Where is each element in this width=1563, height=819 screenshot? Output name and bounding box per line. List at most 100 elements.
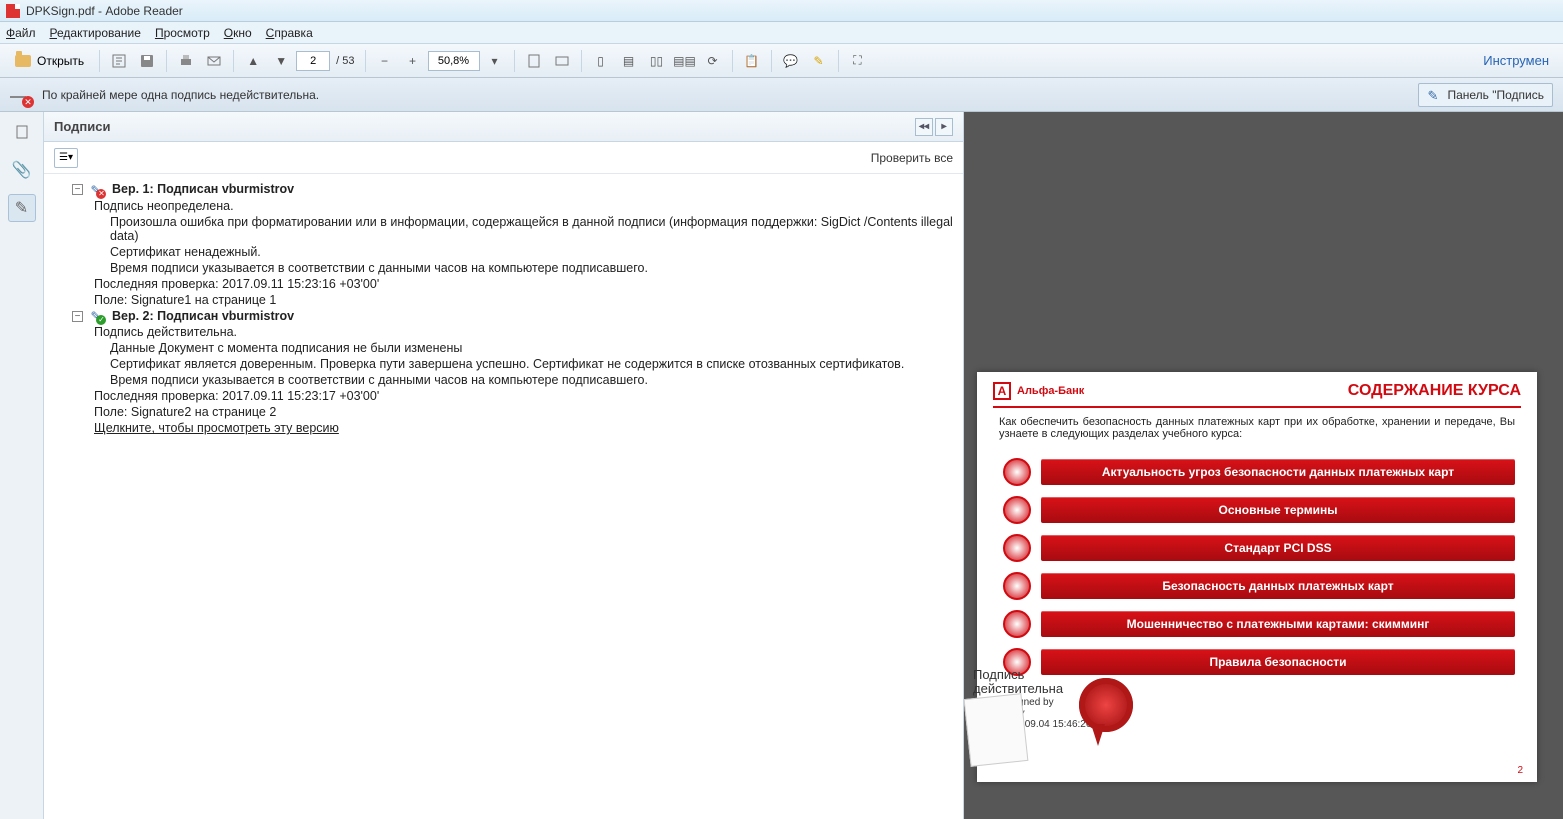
signature-panel-button[interactable]: Панель "Подпись <box>1418 83 1553 107</box>
toolbar: Открыть ▲ ▼ / 53 − + ▾ ▯ ▤ ▯▯ ▤▤ ⟳ 📋 💬 ✎… <box>0 44 1563 78</box>
view-continuous-button[interactable]: ▤ <box>616 48 642 74</box>
stamp-paper-icon <box>964 693 1028 767</box>
rev2-field: Поле: Signature2 на странице 2 <box>94 405 953 419</box>
course-item: Стандарт PCI DSS <box>999 532 1515 564</box>
view-two-button[interactable]: ▯▯ <box>644 48 670 74</box>
fit-width-button[interactable] <box>549 48 575 74</box>
page-up-button[interactable]: ▲ <box>240 48 266 74</box>
collapse-toggle[interactable]: − <box>72 184 83 195</box>
bank-name: Альфа-Банк <box>1017 385 1084 397</box>
open-label: Открыть <box>37 54 84 68</box>
rev1-status: Подпись неопределена. <box>94 199 953 213</box>
rev2-last-check: Последняя проверка: 2017.09.11 15:23:17 … <box>94 389 953 403</box>
open-button[interactable]: Открыть <box>6 48 93 74</box>
course-item: Основные термины <box>999 494 1515 526</box>
course-heading: СОДЕРЖАНИЕ КУРСА <box>1348 382 1521 400</box>
signatures-title: Подписи <box>54 119 110 134</box>
signatures-panel: Подписи ◂◂ ▸ ☰▾ Проверить все − Вер. 1: … <box>44 112 964 819</box>
rev1-time: Время подписи указывается в соответствии… <box>110 261 953 275</box>
item-icon <box>999 456 1035 488</box>
menu-help[interactable]: Справка <box>266 26 313 40</box>
export-pdf-button[interactable] <box>106 48 132 74</box>
comment-button[interactable]: 💬 <box>778 48 804 74</box>
item-icon <box>999 608 1035 640</box>
rev1-title[interactable]: Вер. 1: Подписан vburmistrov <box>112 182 294 196</box>
rev2-cert: Сертификат является доверенным. Проверка… <box>110 357 953 371</box>
signature-stamp[interactable]: Подпись действительна Digitally signed b… <box>973 668 1103 741</box>
page-number: 2 <box>1517 765 1523 776</box>
zoom-in-button[interactable]: + <box>400 48 426 74</box>
course-intro: Как обеспечить безопасность данных плате… <box>977 416 1537 450</box>
signature-invalid-icon: ✕ <box>10 84 32 106</box>
item-icon <box>999 570 1035 602</box>
clipboard-button[interactable]: 📋 <box>739 48 765 74</box>
print-button[interactable] <box>173 48 199 74</box>
menu-window[interactable]: Окно <box>224 26 252 40</box>
item-label: Правила безопасности <box>1041 649 1515 675</box>
attachments-tab[interactable]: 📎 <box>8 156 36 184</box>
pdf-icon <box>6 4 20 18</box>
email-button[interactable] <box>201 48 227 74</box>
window-title-sep: - <box>95 4 106 18</box>
page-down-button[interactable]: ▼ <box>268 48 294 74</box>
stamp-line1: Подпись <box>973 668 1103 682</box>
page-total: / 53 <box>332 55 358 67</box>
fit-page-button[interactable] <box>521 48 547 74</box>
read-mode-button[interactable]: ⛶ <box>845 48 871 74</box>
rotate-button[interactable]: ⟳ <box>700 48 726 74</box>
signature-warning-bar: ✕ По крайней мере одна подпись недействи… <box>0 78 1563 112</box>
signatures-tab[interactable]: ✎ <box>8 194 36 222</box>
item-label: Основные термины <box>1041 497 1515 523</box>
rev1-error: Произошла ошибка при форматировании или … <box>110 215 953 243</box>
warning-text: По крайней мере одна подпись недействите… <box>42 88 319 102</box>
thumbnails-tab[interactable] <box>8 118 36 146</box>
item-icon <box>999 494 1035 526</box>
signatures-toolbar: ☰▾ Проверить все <box>44 142 963 174</box>
tools-link[interactable]: Инструмен <box>1483 53 1557 68</box>
item-label: Мошенничество с платежными картами: ским… <box>1041 611 1515 637</box>
zoom-out-button[interactable]: − <box>372 48 398 74</box>
collapse-toggle[interactable]: − <box>72 311 83 322</box>
verify-all-link[interactable]: Проверить все <box>871 151 953 165</box>
signatures-header: Подписи ◂◂ ▸ <box>44 112 963 142</box>
signatures-options-button[interactable]: ☰▾ <box>54 148 78 168</box>
item-label: Стандарт PCI DSS <box>1041 535 1515 561</box>
pen-icon <box>1427 88 1441 102</box>
document-viewport[interactable]: A Альфа-Банк СОДЕРЖАНИЕ КУРСА Как обеспе… <box>964 112 1563 819</box>
item-icon <box>999 532 1035 564</box>
menu-edit[interactable]: Редактирование <box>50 26 141 40</box>
window-title-filename: DPKSign.pdf <box>26 4 95 18</box>
signature-good-icon <box>90 309 104 323</box>
rev2-view-version-link[interactable]: Щелкните, чтобы просмотреть эту версию <box>94 421 953 435</box>
window-title-app: Adobe Reader <box>105 4 182 18</box>
rev2-status: Подпись действительна. <box>94 325 953 339</box>
rev2-title[interactable]: Вер. 2: Подписан vburmistrov <box>112 309 294 323</box>
rev2-time: Время подписи указывается в соответствии… <box>110 373 953 387</box>
rev1-cert: Сертификат ненадежный. <box>110 245 953 259</box>
rev1-last-check: Последняя проверка: 2017.09.11 15:23:16 … <box>94 277 953 291</box>
view-single-button[interactable]: ▯ <box>588 48 614 74</box>
stamp-seal-icon <box>1079 678 1133 732</box>
course-item: Безопасность данных платежных карт <box>999 570 1515 602</box>
zoom-dropdown[interactable]: ▾ <box>482 48 508 74</box>
page-number-input[interactable] <box>296 51 330 71</box>
panel-next-button[interactable]: ▸ <box>935 118 953 136</box>
rev1-field: Поле: Signature1 на странице 1 <box>94 293 953 307</box>
course-item: Мошенничество с платежными картами: ским… <box>999 608 1515 640</box>
signature-panel-label: Панель "Подпись <box>1447 88 1544 102</box>
titlebar: DPKSign.pdf - Adobe Reader <box>0 0 1563 22</box>
zoom-input[interactable] <box>428 51 480 71</box>
alpha-logo-icon: A <box>993 382 1011 400</box>
course-items: Актуальность угроз безопасности данных п… <box>977 456 1537 678</box>
signatures-tree: − Вер. 1: Подписан vburmistrov Подпись н… <box>44 174 963 819</box>
panel-prev-button[interactable]: ◂◂ <box>915 118 933 136</box>
sidebar-strip: 📎 ✎ <box>0 112 44 819</box>
rev2-unchanged: Данные Документ с момента подписания не … <box>110 341 953 355</box>
folder-icon <box>15 55 31 67</box>
highlight-button[interactable]: ✎ <box>806 48 832 74</box>
menu-view[interactable]: Просмотр <box>155 26 210 40</box>
view-two-cont-button[interactable]: ▤▤ <box>672 48 698 74</box>
menu-file[interactable]: Файл <box>6 26 36 40</box>
save-button[interactable] <box>134 48 160 74</box>
item-label: Безопасность данных платежных карт <box>1041 573 1515 599</box>
